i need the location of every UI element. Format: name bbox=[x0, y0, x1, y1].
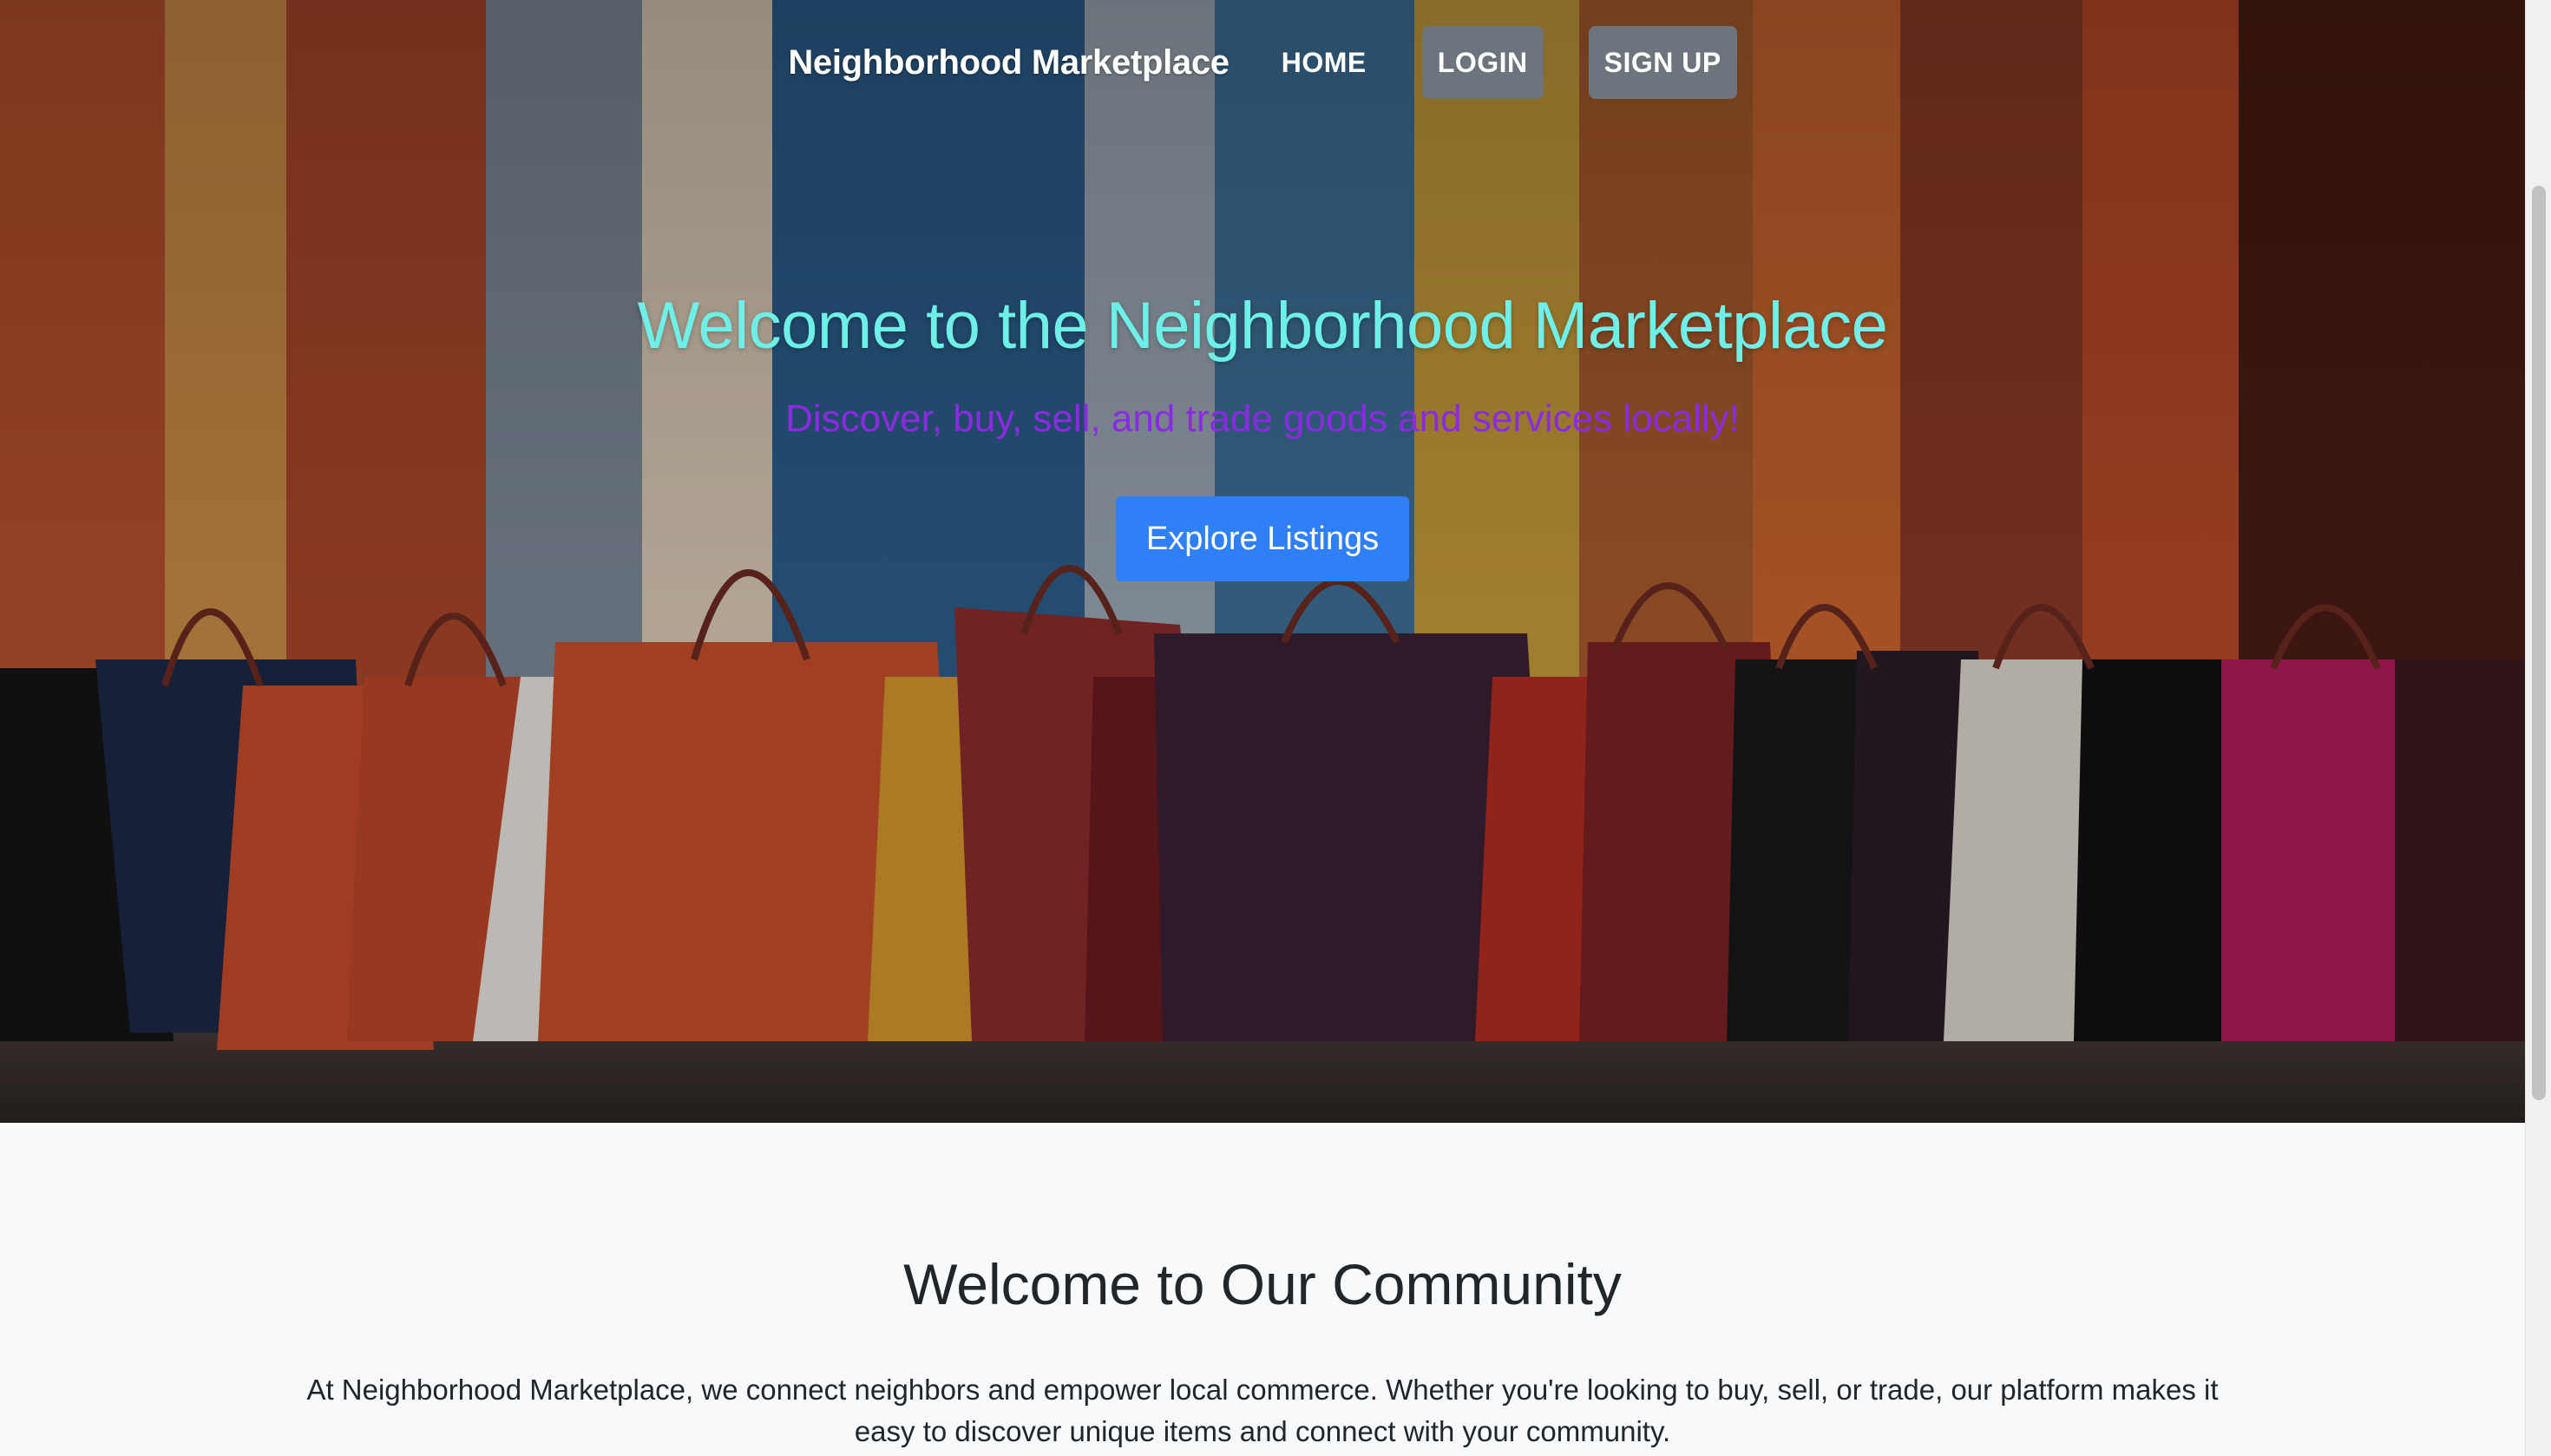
community-description: At Neighborhood Marketplace, we connect … bbox=[306, 1374, 2219, 1447]
community-section: Welcome to Our Community At Neighborhood… bbox=[0, 1123, 2525, 1456]
hero-subtitle: Discover, buy, sell, and trade goods and… bbox=[785, 397, 1740, 440]
nav-login-button[interactable]: LOGIN bbox=[1421, 26, 1544, 99]
nav-home-link[interactable]: HOME bbox=[1271, 26, 1377, 99]
hero-title: Welcome to the Neighborhood Marketplace bbox=[637, 289, 1888, 363]
hero-section: Neighborhood Marketplace HOME LOGIN SIGN… bbox=[0, 0, 2525, 1123]
community-title: Welcome to Our Community bbox=[903, 1252, 1622, 1316]
scrollbar-thumb[interactable] bbox=[2532, 186, 2546, 1100]
navbar: Neighborhood Marketplace HOME LOGIN SIGN… bbox=[0, 26, 2525, 99]
explore-listings-button[interactable]: Explore Listings bbox=[1116, 496, 1409, 581]
page-scrollbar[interactable] bbox=[2525, 0, 2551, 1456]
brand-logo-text[interactable]: Neighborhood Marketplace bbox=[788, 43, 1230, 82]
nav-signup-button[interactable]: SIGN UP bbox=[1588, 26, 1737, 99]
